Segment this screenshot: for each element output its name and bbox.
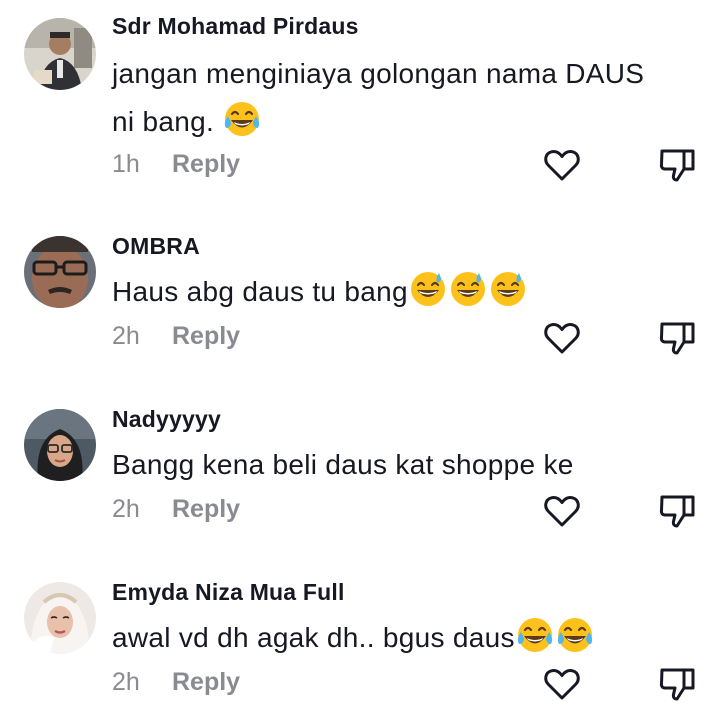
comment-meta: 2h Reply [112, 495, 240, 524]
comment-username[interactable]: Sdr Mohamad Pirdaus [112, 13, 359, 40]
comment-text-line: awal vd dh agak dh.. bgus daus [112, 622, 515, 653]
avatar[interactable] [24, 236, 96, 308]
comment-item: Emyda Niza Mua Full awal vd dh agak dh..… [0, 566, 720, 722]
comment-text: awal vd dh agak dh.. bgus daus [112, 614, 712, 662]
reply-button[interactable]: Reply [172, 495, 240, 524]
heart-outline-icon[interactable] [542, 664, 582, 704]
face-with-tears-of-joy-icon [557, 618, 592, 652]
heart-outline-icon[interactable] [542, 491, 582, 531]
comment-text: jangan menginiaya golongan nama DAUS ni … [112, 50, 712, 146]
thumbs-down-outline-icon[interactable] [658, 145, 698, 185]
grinning-sweat-icon [410, 272, 445, 306]
comment-item: OMBRA Haus abg daus tu bang 2h Reply [0, 220, 720, 380]
comment-time: 1h [112, 150, 140, 178]
comment-text-line: ni bang. [112, 106, 215, 137]
comment-item: Nadyyyyy Bangg kena beli daus kat shoppe… [0, 393, 720, 553]
heart-outline-icon[interactable] [542, 145, 582, 185]
comment-text-line: Bangg kena beli daus kat shoppe ke [112, 449, 574, 480]
comment-text: Haus abg daus tu bang [112, 268, 712, 316]
thumbs-down-outline-icon[interactable] [658, 491, 698, 531]
comment-text: Bangg kena beli daus kat shoppe ke [112, 441, 712, 489]
comment-username[interactable]: Nadyyyyy [112, 406, 221, 433]
face-with-tears-of-joy-icon [517, 618, 552, 652]
grinning-sweat-icon [490, 272, 525, 306]
avatar[interactable] [24, 18, 96, 90]
avatar[interactable] [24, 582, 96, 654]
grinning-sweat-icon [450, 272, 485, 306]
comment-username[interactable]: OMBRA [112, 233, 200, 260]
comment-time: 2h [112, 495, 140, 523]
comment-time: 2h [112, 322, 140, 350]
comment-username[interactable]: Emyda Niza Mua Full [112, 579, 345, 606]
comment-text-line: jangan menginiaya golongan nama DAUS [112, 58, 645, 89]
comment-item: Sdr Mohamad Pirdaus jangan menginiaya go… [0, 0, 720, 190]
heart-outline-icon[interactable] [542, 318, 582, 358]
reply-button[interactable]: Reply [172, 150, 240, 179]
reply-button[interactable]: Reply [172, 668, 240, 697]
comment-meta: 2h Reply [112, 322, 240, 351]
comment-time: 2h [112, 668, 140, 696]
comment-meta: 2h Reply [112, 668, 240, 697]
comment-meta: 1h Reply [112, 150, 240, 179]
face-with-tears-of-joy-icon [225, 102, 260, 136]
thumbs-down-outline-icon[interactable] [658, 664, 698, 704]
avatar[interactable] [24, 409, 96, 481]
thumbs-down-outline-icon[interactable] [658, 318, 698, 358]
comment-text-line: Haus abg daus tu bang [112, 276, 408, 307]
reply-button[interactable]: Reply [172, 322, 240, 351]
